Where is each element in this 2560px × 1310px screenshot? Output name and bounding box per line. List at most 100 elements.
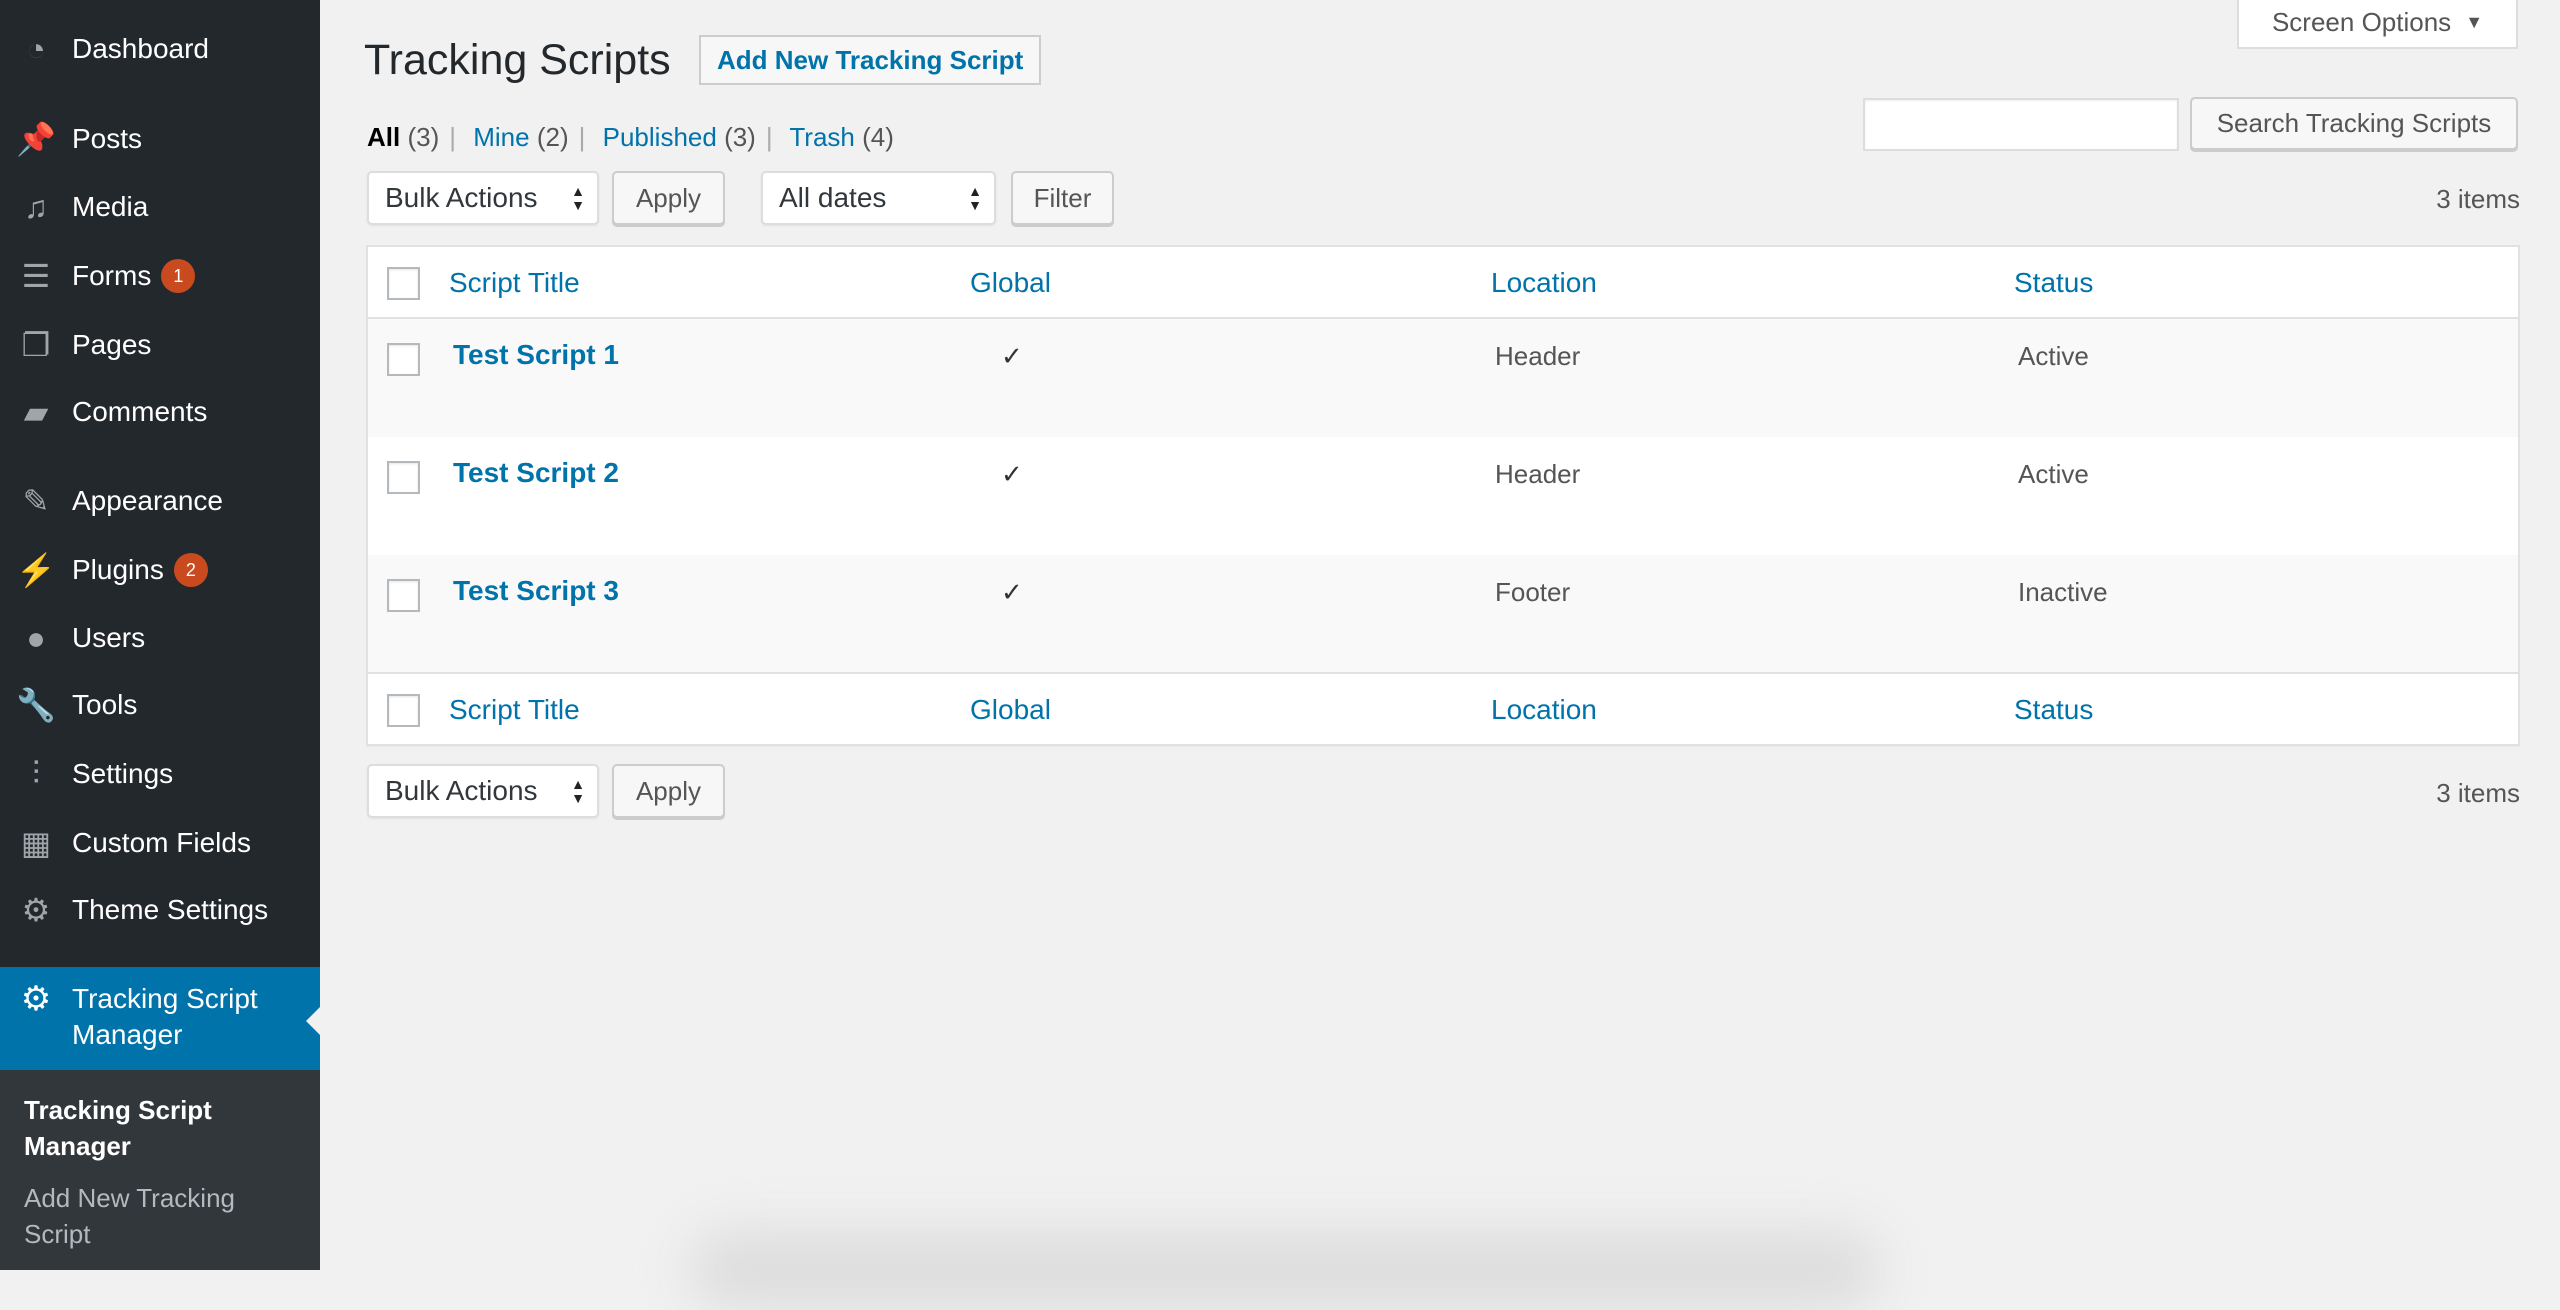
view-trash[interactable]: Trash: [789, 122, 855, 152]
select-value: Bulk Actions: [385, 775, 538, 806]
window-shadow: [690, 1230, 1880, 1310]
apply-button-bottom[interactable]: Apply: [612, 764, 725, 818]
view-filters: All (3) | Mine (2) | Published (3) | Trash …: [367, 122, 894, 153]
global-check-icon: ✓: [1001, 341, 1023, 371]
notification-badge: 1: [161, 259, 196, 293]
select-value: Bulk Actions: [385, 182, 538, 213]
gear-icon: ⚙: [21, 892, 51, 928]
sidebar-item-label: Users: [72, 622, 146, 653]
select-all-checkbox[interactable]: [387, 267, 420, 300]
notification-badge: 2: [173, 553, 208, 587]
column-script-title[interactable]: Script Title: [449, 267, 580, 299]
script-title-link[interactable]: Test Script 2: [453, 457, 619, 489]
sidebar-item-comments[interactable]: ▰ Comments: [0, 382, 320, 442]
items-count-bottom: 3 items: [2436, 778, 2520, 808]
sidebar-item-tracking-script-manager[interactable]: ⚙ Tracking Script Manager: [0, 967, 320, 1070]
bulk-actions-select-bottom[interactable]: Bulk Actions ▲ ▼: [367, 764, 599, 818]
column-global[interactable]: Global: [970, 694, 1051, 726]
submenu-item-manager[interactable]: Tracking Script Manager: [24, 1092, 296, 1164]
sidebar-item-label: Comments: [72, 396, 208, 427]
view-published[interactable]: Published: [603, 122, 717, 152]
view-count: (2): [536, 122, 569, 152]
location-cell: Footer: [1495, 577, 1571, 607]
sidebar-item-forms[interactable]: ☰ Forms 1: [0, 246, 320, 306]
global-check-icon: ✓: [1001, 577, 1023, 607]
view-count: (3): [724, 122, 756, 152]
sidebar-item-label: Tracking Script Manager: [72, 983, 258, 1050]
script-title-link[interactable]: Test Script 3: [453, 575, 619, 607]
screen-options-label: Screen Options: [2271, 7, 2452, 37]
sidebar-item-custom-fields[interactable]: ▦ Custom Fields: [0, 813, 320, 873]
divider: |: [449, 122, 457, 152]
sidebar-item-settings[interactable]: ⫶ Settings: [0, 744, 320, 804]
sidebar-item-tools[interactable]: 🔧 Tools: [0, 675, 320, 735]
sidebar-item-dashboard[interactable]: ◔ Dashboard: [0, 19, 320, 79]
row-checkbox[interactable]: [387, 461, 420, 494]
column-status[interactable]: Status: [2014, 267, 2093, 299]
script-title-link[interactable]: Test Script 1: [453, 339, 619, 371]
bulk-actions-select[interactable]: Bulk Actions ▲ ▼: [367, 171, 599, 225]
apply-button[interactable]: Apply: [612, 171, 725, 225]
gear-icon: ⚙: [20, 980, 52, 1018]
add-new-button[interactable]: Add New Tracking Script: [699, 35, 1042, 85]
sidebar-item-label: Pages: [72, 329, 152, 360]
table-footer: Script Title Global Location Status: [368, 672, 2518, 744]
row-checkbox[interactable]: [387, 343, 420, 376]
submenu: Tracking Script Manager Add New Tracking…: [0, 1070, 320, 1270]
wrench-icon: 🔧: [16, 687, 56, 723]
sidebar-item-pages[interactable]: ❐ Pages: [0, 315, 320, 375]
table-icon: ▦: [20, 825, 52, 861]
sidebar-item-users[interactable]: ● Users: [0, 608, 320, 668]
scripts-table: Script Title Global Location Status Test…: [366, 245, 2520, 746]
sidebar-item-label: Settings: [72, 758, 174, 789]
table-row: Test Script 3 ✓ Footer Inactive: [368, 555, 2518, 673]
sidebar-item-label: Appearance: [72, 485, 224, 516]
filter-button[interactable]: Filter: [1011, 171, 1114, 225]
table-row: Test Script 2 ✓ Header Active: [368, 437, 2518, 555]
global-check-icon: ✓: [1001, 459, 1023, 489]
view-count: (3): [407, 122, 440, 152]
comment-icon: ▰: [23, 394, 49, 430]
column-status[interactable]: Status: [2014, 694, 2093, 726]
sidebar-item-theme-settings[interactable]: ⚙ Theme Settings: [0, 880, 320, 940]
column-location[interactable]: Location: [1491, 694, 1597, 726]
select-arrows-icon: ▲ ▼: [571, 776, 585, 806]
sidebar-item-posts[interactable]: 📌 Posts: [0, 109, 320, 169]
table-row: Test Script 1 ✓ Header Active: [368, 319, 2518, 437]
view-all[interactable]: All: [367, 122, 400, 152]
pin-icon: 📌: [16, 121, 56, 157]
forms-icon: ☰: [21, 258, 51, 294]
row-checkbox[interactable]: [387, 579, 420, 612]
screen-options-button[interactable]: Screen Options ▼: [2237, 0, 2518, 49]
location-cell: Header: [1495, 459, 1581, 489]
page-title: Tracking Scripts: [364, 36, 671, 84]
search-input[interactable]: [1863, 98, 2179, 151]
location-cell: Header: [1495, 341, 1581, 371]
view-mine[interactable]: Mine: [473, 122, 529, 152]
sidebar-item-appearance[interactable]: ✎ Appearance: [0, 471, 320, 531]
sidebar-item-media[interactable]: ♫ Media: [0, 177, 320, 237]
table-header: Script Title Global Location Status: [368, 247, 2518, 319]
sidebar-item-label: Custom Fields: [72, 827, 251, 858]
settings-icon: ⫶: [31, 755, 40, 791]
sidebar-item-label: Posts: [72, 123, 143, 154]
sidebar-item-label: Dashboard: [72, 33, 209, 64]
select-all-checkbox[interactable]: [387, 694, 420, 727]
column-location[interactable]: Location: [1491, 267, 1597, 299]
dates-select[interactable]: All dates ▲ ▼: [761, 171, 996, 225]
admin-sidebar: ◔ Dashboard 📌 Posts ♫ Media ☰ Forms 1 ❐ Pages ▰ Comm…: [0, 0, 320, 1270]
select-value: All dates: [779, 182, 887, 213]
sidebar-item-label: Forms: [72, 260, 152, 291]
status-cell: Active: [2018, 459, 2089, 489]
dashboard-icon: ◔: [26, 30, 46, 67]
sidebar-item-label: Tools: [72, 689, 138, 720]
sidebar-item-plugins[interactable]: ⚡ Plugins 2: [0, 540, 320, 600]
media-icon: ♫: [24, 188, 48, 225]
submenu-item-add-new[interactable]: Add New Tracking Script: [24, 1180, 296, 1252]
column-script-title[interactable]: Script Title: [449, 694, 580, 726]
plugin-icon: ⚡: [16, 552, 56, 588]
column-global[interactable]: Global: [970, 267, 1051, 299]
select-arrows-icon: ▲ ▼: [571, 183, 585, 213]
search-button[interactable]: Search Tracking Scripts: [2190, 97, 2518, 150]
status-cell: Active: [2018, 341, 2089, 371]
